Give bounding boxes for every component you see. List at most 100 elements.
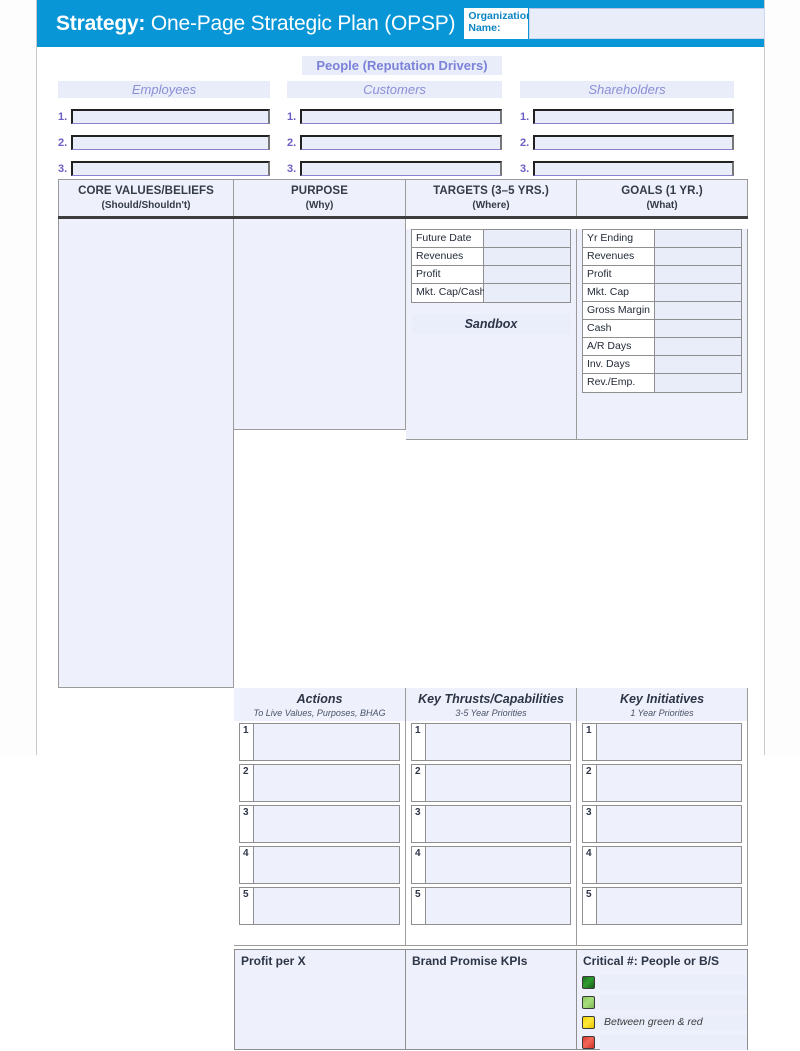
targets-column: Future Date Revenues Profit Mkt. Cap/Cas… [406, 219, 577, 688]
people-entry-input-customers-1[interactable] [300, 109, 502, 124]
list-item: 4 [411, 846, 571, 884]
critical-number-input-2[interactable] [600, 994, 747, 1010]
critical-number-title: Critical #: People or B/S [577, 950, 747, 971]
actions-heading: Actions To Live Values, Purposes, BHAG [234, 688, 405, 721]
key-initiatives-input-2[interactable] [597, 765, 741, 801]
people-entry-row: 3. [287, 158, 502, 176]
item-number: 3 [583, 806, 597, 842]
goals-row-value-cash[interactable] [655, 320, 741, 337]
targets-row-value-revenues[interactable] [484, 248, 570, 265]
people-entry-row: 1. [287, 106, 502, 124]
column-header-purpose: PURPOSE (Why) [234, 179, 406, 216]
actions-section: Actions To Live Values, Purposes, BHAG 1… [234, 688, 406, 946]
critical-number-section: Critical #: People or B/S Between green … [577, 949, 748, 1050]
critical-number-row: Between green & red [577, 1013, 747, 1031]
goals-row-value-mkt-cap[interactable] [655, 284, 741, 301]
targets-row-value-mkt-cap-cash[interactable] [484, 284, 570, 302]
page-gutter-left [0, 0, 36, 755]
key-initiatives-input-4[interactable] [597, 847, 741, 883]
targets-row-value-future-date[interactable] [484, 230, 570, 247]
page-header: Strategy: One-Page Strategic Plan (OPSP)… [37, 0, 766, 47]
organization-name-group: Organization Name: [464, 8, 766, 39]
column-header-subtitle: (Where) [472, 200, 510, 211]
column-header-title: PURPOSE [291, 185, 348, 197]
goals-row-value-gross-margin[interactable] [655, 302, 741, 319]
key-initiatives-input-3[interactable] [597, 806, 741, 842]
section-subtitle: To Live Values, Purposes, BHAG [253, 708, 386, 718]
people-entry-input-shareholders-1[interactable] [533, 109, 734, 124]
people-entry-input-employees-3[interactable] [71, 161, 270, 176]
table-row: Cash [583, 320, 741, 338]
people-entry-row: 1. [520, 106, 734, 124]
people-entry-input-employees-1[interactable] [71, 109, 270, 124]
people-entry-input-customers-3[interactable] [300, 161, 502, 176]
targets-row-label: Mkt. Cap/Cash [412, 284, 485, 302]
column-header-core-values: CORE VALUES/BELIEFS (Should/Shouldn't) [58, 179, 234, 216]
critical-number-row [577, 1033, 747, 1051]
people-entry-input-shareholders-3[interactable] [533, 161, 734, 176]
bottom-row-spacer [58, 949, 234, 1050]
brand-promise-input[interactable] [406, 971, 576, 1041]
goals-row-value-profit[interactable] [655, 266, 741, 283]
actions-input-3[interactable] [254, 806, 399, 842]
people-entry-number: 1. [58, 111, 68, 123]
people-column-customers: Customers 1. 2. 3. [287, 81, 502, 176]
goals-row-label: Cash [583, 320, 655, 337]
item-number: 3 [412, 806, 426, 842]
goals-row-value-ar-days[interactable] [655, 338, 741, 355]
targets-table: Future Date Revenues Profit Mkt. Cap/Cas… [411, 229, 571, 303]
critical-number-row [577, 973, 747, 991]
profit-per-x-input[interactable] [235, 971, 405, 1041]
plan-grid-upper-row: Future Date Revenues Profit Mkt. Cap/Cas… [58, 219, 748, 688]
item-number: 5 [412, 888, 426, 924]
item-number: 3 [240, 806, 254, 842]
purpose-entry-area[interactable] [234, 219, 406, 430]
critical-number-input-4[interactable] [600, 1034, 747, 1050]
purpose-column [234, 219, 406, 688]
people-entry-input-customers-2[interactable] [300, 135, 502, 150]
goals-row-value-rev-emp[interactable] [655, 374, 741, 392]
core-values-entry-area[interactable] [58, 219, 234, 688]
light-green-swatch-icon [582, 995, 595, 1009]
people-entry-input-employees-2[interactable] [71, 135, 270, 150]
organization-name-input[interactable] [529, 8, 766, 39]
goals-row-value-inv-days[interactable] [655, 356, 741, 373]
item-number: 2 [240, 765, 254, 801]
column-header-subtitle: (What) [646, 200, 678, 211]
yellow-swatch-icon [582, 1015, 595, 1029]
people-section: People (Reputation Drivers) Employees 1.… [37, 47, 764, 176]
people-entry-number: 1. [287, 111, 297, 123]
people-entry-number: 1. [520, 111, 530, 123]
targets-row-value-profit[interactable] [484, 266, 570, 283]
key-thrusts-input-3[interactable] [426, 806, 570, 842]
critical-number-input-3[interactable]: Between green & red [600, 1014, 747, 1030]
people-column-heading: Shareholders [520, 81, 734, 98]
people-entry-input-shareholders-2[interactable] [533, 135, 734, 150]
goals-row-value-yr-ending[interactable] [655, 230, 741, 247]
table-row: Inv. Days [583, 356, 741, 374]
critical-number-input-1[interactable] [600, 974, 747, 990]
key-thrusts-input-5[interactable] [426, 888, 570, 924]
people-entry-number: 2. [58, 137, 68, 149]
table-row: Profit [583, 266, 741, 284]
actions-input-4[interactable] [254, 847, 399, 883]
key-thrusts-input-2[interactable] [426, 765, 570, 801]
actions-input-5[interactable] [254, 888, 399, 924]
list-item: 5 [582, 887, 742, 925]
key-initiatives-input-5[interactable] [597, 888, 741, 924]
list-item: 5 [411, 887, 571, 925]
key-thrusts-input-4[interactable] [426, 847, 570, 883]
table-row: A/R Days [583, 338, 741, 356]
page-title-rest: One-Page Strategic Plan (OPSP) [145, 11, 456, 35]
actions-input-2[interactable] [254, 765, 399, 801]
people-column-heading: Employees [58, 81, 270, 98]
section-title: Key Initiatives [619, 692, 705, 706]
item-number: 5 [240, 888, 254, 924]
people-entry-number: 3. [520, 163, 530, 175]
table-row: Future Date [412, 230, 570, 248]
people-entry-row: 3. [58, 158, 270, 176]
list-item: 2 [582, 764, 742, 802]
goals-row-value-revenues[interactable] [655, 248, 741, 265]
column-header-targets: TARGETS (3–5 YRS.) (Where) [406, 179, 577, 216]
section-subtitle: 3-5 Year Priorities [455, 708, 527, 718]
